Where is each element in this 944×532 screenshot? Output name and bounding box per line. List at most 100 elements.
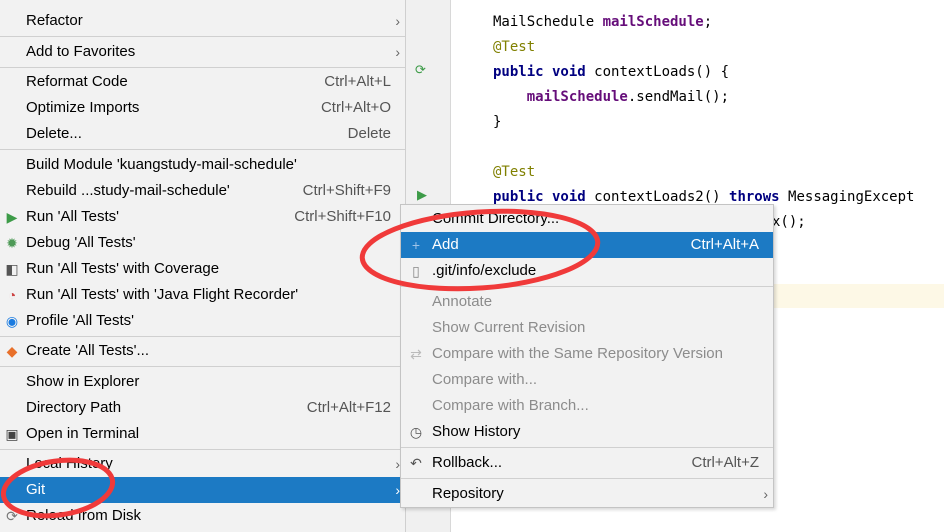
menu-separator bbox=[0, 66, 405, 68]
code-line: } bbox=[493, 113, 501, 131]
menu-item-profile-all-tests[interactable]: ◉ Profile 'All Tests' bbox=[0, 308, 405, 334]
menu-item-create-all-tests[interactable]: ◆ Create 'All Tests'... bbox=[0, 338, 405, 364]
code-token: mailSchedule bbox=[602, 14, 704, 30]
menu-item-label: Repository bbox=[432, 485, 504, 502]
menu-item-label: Compare with Branch... bbox=[432, 397, 589, 414]
menu-item-refactor[interactable]: Refactor › bbox=[0, 8, 405, 34]
menu-item-add[interactable]: + Add Ctrl+Alt+A bbox=[401, 232, 773, 258]
run-test-icon[interactable]: ▶ bbox=[417, 187, 427, 203]
menu-separator bbox=[0, 366, 405, 367]
menu-separator bbox=[401, 478, 773, 479]
coverage-icon: ◧ bbox=[5, 260, 19, 277]
menu-item-git[interactable]: Git › bbox=[0, 477, 405, 503]
menu-separator bbox=[0, 36, 405, 37]
ignore-file-icon: ▯ bbox=[412, 263, 420, 279]
menu-item-compare-with-the-same-repository-version: ⇄ Compare with the Same Repository Versio… bbox=[401, 341, 773, 367]
menu-item-reload-from-disk[interactable]: ⟳ Reload from Disk bbox=[0, 503, 405, 529]
code-line: public void contextLoads() { bbox=[493, 63, 729, 81]
menu-item-label: Reload from Disk bbox=[26, 507, 142, 524]
menu-item-directory-path[interactable]: Directory Path Ctrl+Alt+F12 bbox=[0, 395, 405, 421]
shortcut-label: Ctrl+Alt+Z bbox=[691, 454, 759, 471]
menu-item-label: Add to Favorites bbox=[26, 42, 136, 60]
menu-item-label: Delete... bbox=[26, 125, 82, 142]
menu-item-commit-directory[interactable]: Commit Directory... bbox=[401, 206, 773, 232]
menu-separator bbox=[0, 448, 405, 450]
menu-item-compare-with-branch: Compare with Branch... bbox=[401, 393, 773, 419]
create-test-icon: ◆ bbox=[6, 343, 18, 359]
shortcut-label: Delete bbox=[347, 125, 391, 142]
menu-item-label: Compare with the Same Repository Version bbox=[432, 345, 723, 362]
code-line: @Test bbox=[493, 163, 535, 181]
chevron-right-icon: › bbox=[763, 486, 768, 502]
menu-item-reformat-code[interactable]: Reformat Code Ctrl+Alt+L bbox=[0, 69, 405, 95]
menu-item-repository[interactable]: Repository › bbox=[401, 481, 773, 507]
menu-item-add-to-favorites[interactable]: Add to Favorites › bbox=[0, 39, 405, 65]
reload-icon: ⟳ bbox=[6, 508, 18, 524]
code-token: public void bbox=[493, 189, 595, 205]
menu-item-debug-all-tests[interactable]: ✹ Debug 'All Tests' bbox=[0, 230, 405, 256]
code-token: ; bbox=[703, 14, 713, 30]
menu-item-label: Optimize Imports bbox=[26, 99, 140, 116]
menu-item-annotate: Annotate bbox=[401, 289, 773, 315]
menu-item-compare-with: Compare with... bbox=[401, 367, 773, 393]
menu-item-label: Run 'All Tests' with 'Java Flight Record… bbox=[26, 285, 299, 303]
rollback-icon: ↶ bbox=[410, 455, 422, 471]
menu-item-label: Rollback... bbox=[432, 454, 503, 471]
menu-item-label: Run 'All Tests' bbox=[26, 207, 119, 225]
code-token: @Test bbox=[493, 39, 536, 55]
run-test-status-icon[interactable]: ⟳ bbox=[415, 62, 426, 78]
menu-item-open-in-terminal[interactable]: ▣ Open in Terminal bbox=[0, 421, 405, 447]
menu-item-label: Profile 'All Tests' bbox=[26, 311, 134, 329]
menu-item-git-info-exclude[interactable]: ▯ .git/info/exclude bbox=[401, 258, 773, 284]
shortcut-label: Ctrl+Shift+F9 bbox=[302, 181, 391, 199]
profile-icon: ◉ bbox=[5, 312, 19, 329]
code-token: } bbox=[493, 114, 502, 130]
code-token: public void bbox=[493, 64, 595, 80]
shortcut-label: Ctrl+Shift+F10 bbox=[294, 207, 391, 225]
menu-item-run-all-tests-with-java-flight-recorder[interactable]: ◔ Run 'All Tests' with 'Java Flight Recor… bbox=[0, 282, 405, 308]
menu-item-show-in-explorer[interactable]: Show in Explorer bbox=[0, 369, 405, 395]
menu-item-rollback[interactable]: ↶ Rollback... Ctrl+Alt+Z bbox=[401, 450, 773, 476]
code-line: MailSchedule mailSchedule; bbox=[493, 13, 712, 31]
current-line-highlight bbox=[759, 284, 944, 308]
debug-icon: ✹ bbox=[6, 234, 18, 251]
menu-item-label: Debug 'All Tests' bbox=[26, 233, 136, 251]
menu-separator bbox=[0, 335, 405, 337]
compare-icon: ⇄ bbox=[410, 346, 422, 362]
menu-item-label: Open in Terminal bbox=[26, 424, 140, 442]
chevron-right-icon: › bbox=[395, 13, 400, 29]
menu-item-label: Reformat Code bbox=[26, 73, 128, 90]
menu-item-label: Refactor bbox=[26, 12, 83, 29]
menu-item-label: Run 'All Tests' with Coverage bbox=[26, 259, 220, 277]
menu-item-label: Show Current Revision bbox=[432, 319, 586, 336]
menu-item-rebuild-study-mail-schedule[interactable]: Rebuild ...study-mail-schedule' Ctrl+Shif… bbox=[0, 178, 405, 204]
shortcut-label: Ctrl+Alt+L bbox=[324, 73, 391, 90]
terminal-icon: ▣ bbox=[5, 425, 19, 442]
menu-item-label: Add bbox=[432, 236, 459, 253]
menu-item-delete[interactable]: Delete... Delete bbox=[0, 121, 405, 147]
code-line: mailSchedule.sendMail(); bbox=[493, 88, 729, 106]
menu-item-optimize-imports[interactable]: Optimize Imports Ctrl+Alt+O bbox=[0, 95, 405, 121]
menu-item-label: Commit Directory... bbox=[432, 210, 560, 227]
menu-item-run-all-tests-with-coverage[interactable]: ◧ Run 'All Tests' with Coverage bbox=[0, 256, 405, 282]
menu-item-label: Rebuild ...study-mail-schedule' bbox=[26, 181, 230, 199]
flight-recorder-icon: ◔ bbox=[7, 286, 17, 303]
menu-item-label: Show in Explorer bbox=[26, 372, 140, 390]
menu-separator bbox=[0, 149, 405, 150]
shortcut-label: Ctrl+Alt+F12 bbox=[306, 398, 391, 416]
menu-item-label: Build Module 'kuangstudy-mail-schedule' bbox=[26, 155, 297, 173]
code-line: @Test bbox=[493, 38, 535, 56]
run-icon: ▶ bbox=[6, 208, 18, 225]
menu-item-run-all-tests[interactable]: ▶ Run 'All Tests' Ctrl+Shift+F10 bbox=[0, 204, 405, 230]
menu-item-show-history[interactable]: ◷ Show History bbox=[401, 419, 773, 445]
code-token: @Test bbox=[493, 164, 536, 180]
menu-item-label: Show History bbox=[432, 423, 521, 440]
code-token: x(); bbox=[772, 214, 806, 230]
menu-item-local-history[interactable]: Local History › bbox=[0, 451, 405, 477]
menu-item-label: Compare with... bbox=[432, 371, 538, 388]
menu-item-build-module-kuangstudy-mail-schedule[interactable]: Build Module 'kuangstudy-mail-schedule' bbox=[0, 152, 405, 178]
project-context-menu: Refactor › Add to Favorites › Reformat Code C… bbox=[0, 0, 406, 532]
code-token: mailSchedule bbox=[526, 89, 628, 105]
chevron-right-icon: › bbox=[395, 43, 400, 60]
code-token: .sendMail(); bbox=[627, 89, 730, 105]
